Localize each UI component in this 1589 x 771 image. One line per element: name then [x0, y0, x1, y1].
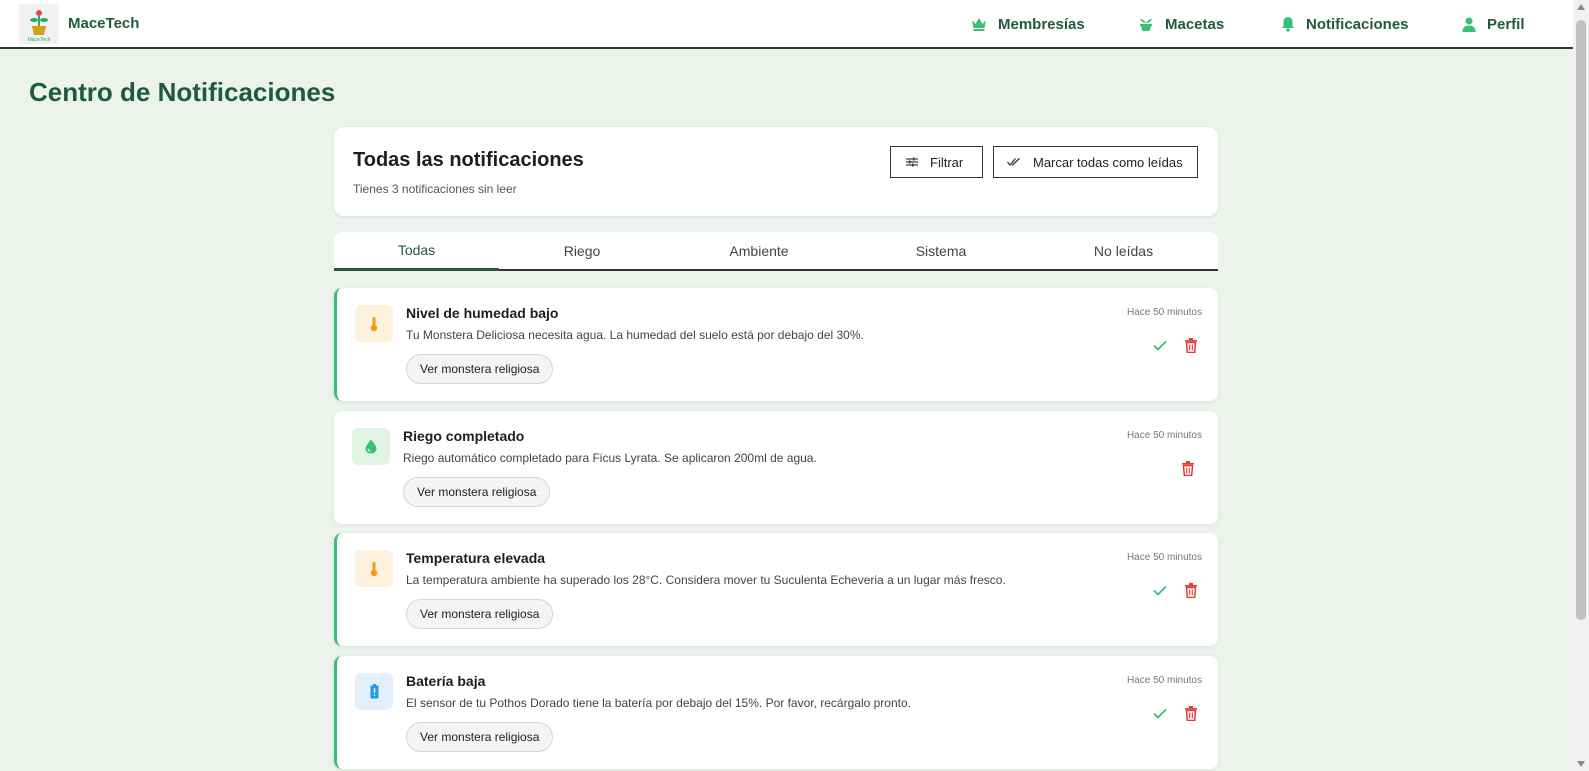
- notification-message: El sensor de tu Pothos Dorado tiene la b…: [406, 696, 911, 710]
- delete-trash-icon[interactable]: [1181, 580, 1201, 600]
- notification-title: Batería baja: [406, 673, 486, 689]
- notification-card: Riego completado Riego automático comple…: [334, 411, 1218, 524]
- filter-button[interactable]: Filtrar: [890, 146, 983, 178]
- mark-read-check-icon[interactable]: [1150, 580, 1170, 600]
- unread-count-text: Tienes 3 notificaciones sin leer: [353, 182, 517, 196]
- notification-time: Hace 50 minutos: [1126, 675, 1202, 686]
- nav-perfil[interactable]: Perfil: [1462, 13, 1525, 35]
- notification-title: Riego completado: [403, 428, 525, 444]
- nav-membresias[interactable]: Membresías: [971, 13, 1085, 35]
- crown-icon: [972, 18, 986, 31]
- notification-tabs: Todas Riego Ambiente Sistema No leídas: [334, 232, 1218, 271]
- mark-all-read-label: Marcar todas como leídas: [1033, 154, 1183, 170]
- nav-notificaciones[interactable]: Notificaciones: [1281, 13, 1409, 35]
- water-drop-icon: [352, 428, 390, 465]
- delete-trash-icon[interactable]: [1178, 458, 1198, 478]
- notification-time: Hace 50 minutos: [1126, 552, 1202, 563]
- mark-read-check-icon[interactable]: [1150, 335, 1170, 355]
- notifications-header-card: Todas las notificaciones Tienes 3 notifi…: [334, 127, 1218, 216]
- notification-title: Temperatura elevada: [406, 550, 546, 566]
- scroll-up-arrow-icon[interactable]: [1577, 4, 1585, 10]
- tab-ambiente[interactable]: Ambiente: [665, 232, 853, 269]
- thermometer-icon: [355, 550, 393, 587]
- notification-time: Hace 50 minutos: [1126, 307, 1202, 318]
- view-plant-button[interactable]: Ver monstera religiosa: [406, 599, 554, 629]
- delete-trash-icon[interactable]: [1181, 335, 1201, 355]
- notification-message: Tu Monstera Deliciosa necesita agua. La …: [406, 328, 864, 342]
- nav-macetas-label: Macetas: [1165, 15, 1225, 33]
- top-navbar: MaceTech MaceTech Membresías Macetas Not…: [0, 0, 1573, 49]
- nav-perfil-label: Perfil: [1487, 15, 1525, 33]
- notification-card: Temperatura elevada La temperatura ambie…: [334, 533, 1218, 646]
- plant-pot-icon: [1140, 19, 1152, 31]
- mark-read-check-icon[interactable]: [1150, 703, 1170, 723]
- nav-notificaciones-label: Notificaciones: [1306, 15, 1409, 33]
- scroll-down-arrow-icon[interactable]: [1577, 761, 1585, 767]
- brand-name[interactable]: MaceTech: [68, 15, 139, 32]
- tab-riego[interactable]: Riego: [499, 232, 665, 269]
- notification-time: Hace 50 minutos: [1126, 430, 1202, 441]
- view-plant-button[interactable]: Ver monstera religiosa: [406, 354, 554, 384]
- tab-todas[interactable]: Todas: [334, 232, 499, 271]
- mark-all-read-button[interactable]: Marcar todas como leídas: [993, 146, 1198, 178]
- brand-logo[interactable]: MaceTech: [19, 4, 59, 44]
- notification-title: Nivel de humedad bajo: [406, 305, 559, 321]
- double-check-icon: [1007, 158, 1020, 167]
- plant-logo-icon: MaceTech: [28, 10, 51, 43]
- scroll-thumb[interactable]: [1576, 20, 1586, 620]
- notification-message: Riego automático completado para Ficus L…: [403, 451, 817, 465]
- battery-alert-icon: [355, 673, 393, 710]
- delete-trash-icon[interactable]: [1181, 703, 1201, 723]
- view-plant-button[interactable]: Ver monstera religiosa: [406, 722, 554, 752]
- page-scrollbar[interactable]: [1573, 0, 1589, 771]
- header-title: Todas las notificaciones: [353, 149, 584, 171]
- notification-message: La temperatura ambiente ha superado los …: [406, 573, 1006, 587]
- tab-no-leidas[interactable]: No leídas: [1029, 232, 1218, 269]
- bell-icon: [1282, 17, 1294, 32]
- view-plant-button[interactable]: Ver monstera religiosa: [403, 477, 551, 507]
- nav-membresias-label: Membresías: [998, 15, 1085, 33]
- tab-sistema[interactable]: Sistema: [853, 232, 1029, 269]
- notification-card: Nivel de humedad bajo Tu Monstera Delici…: [334, 288, 1218, 401]
- notification-card: Batería baja El sensor de tu Pothos Dora…: [334, 656, 1218, 769]
- nav-macetas[interactable]: Macetas: [1138, 13, 1224, 35]
- sliders-icon: [906, 157, 918, 167]
- svg-text:MaceTech: MaceTech: [28, 37, 51, 43]
- user-icon: [1462, 17, 1476, 32]
- thermometer-icon: [355, 305, 393, 342]
- filter-button-label: Filtrar: [930, 154, 964, 170]
- page-title: Centro de Notificaciones: [29, 77, 336, 107]
